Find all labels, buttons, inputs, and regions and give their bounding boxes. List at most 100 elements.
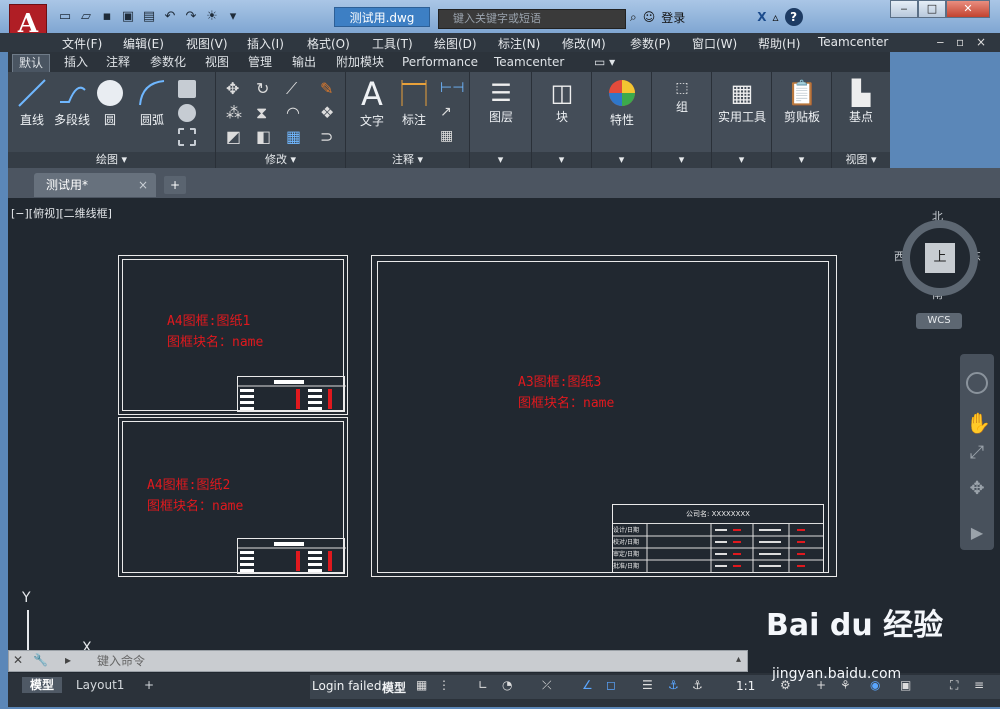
panel-properties[interactable]: 特性 ▾ xyxy=(592,72,652,168)
viewcube-top[interactable]: 上 xyxy=(925,243,955,273)
command-settings-icon[interactable]: 🔧 xyxy=(33,653,48,667)
group-expand[interactable]: ▾ xyxy=(652,152,711,168)
line-tool[interactable]: 直线 xyxy=(12,78,52,128)
tab-layout1[interactable]: Layout1 xyxy=(68,677,132,693)
block-tool[interactable]: ◫ 块 xyxy=(536,78,588,125)
tab-insert[interactable]: 插入 xyxy=(58,54,94,72)
wcs-menu[interactable]: WCS xyxy=(916,313,962,329)
a360-icon[interactable]: ▵ xyxy=(773,10,779,24)
tab-addins[interactable]: 附加模块 xyxy=(330,54,390,72)
panel-block[interactable]: ◫ 块 ▾ xyxy=(532,72,592,168)
panel-group[interactable]: ⬚ 组 ▾ xyxy=(652,72,712,168)
object-snap-tracking-icon[interactable]: ∠ xyxy=(582,678,600,696)
region-icon[interactable] xyxy=(178,128,196,146)
minimize-button[interactable]: ‒ xyxy=(890,0,918,18)
properties-expand[interactable]: ▾ xyxy=(592,152,651,168)
base-point-tool[interactable]: ▙ 基点 xyxy=(836,78,886,125)
auto-scale-icon[interactable]: ⚓ xyxy=(692,678,710,696)
close-button[interactable]: ✕ xyxy=(946,0,990,18)
undo-icon[interactable]: ↶ xyxy=(161,8,179,26)
menu-insert[interactable]: 插入(I) xyxy=(247,35,284,52)
command-close-icon[interactable]: ✕ xyxy=(13,653,23,667)
polyline-tool[interactable]: 多段线 xyxy=(52,78,92,128)
customize-icon[interactable]: ▾ xyxy=(224,8,242,26)
copy-icon[interactable]: ⁂ xyxy=(226,104,244,122)
offset-icon[interactable]: ⊃ xyxy=(320,128,338,146)
annotation-visibility-icon[interactable]: ⚓ xyxy=(668,678,686,696)
trim-icon[interactable]: ⟋ xyxy=(286,80,304,98)
polar-icon[interactable]: ◔ xyxy=(502,678,520,696)
object-snap-icon[interactable]: ◻ xyxy=(606,678,624,696)
search-input[interactable]: 键入关键字或短语 xyxy=(438,9,626,29)
command-history-icon[interactable]: ▴ xyxy=(736,654,741,665)
tab-view[interactable]: 视图 xyxy=(199,54,235,72)
utilities-tool[interactable]: ▦ 实用工具 xyxy=(714,78,770,125)
panel-view-title[interactable]: 视图 ▾ xyxy=(832,152,890,168)
rotate-icon[interactable]: ↻ xyxy=(256,80,274,98)
group-tool[interactable]: ⬚ 组 xyxy=(656,78,708,115)
layers-tool[interactable]: ☰ 图层 xyxy=(474,78,528,125)
model-space-button[interactable]: 模型 xyxy=(382,679,406,696)
layers-expand[interactable]: ▾ xyxy=(470,152,531,168)
open-icon[interactable]: ▱ xyxy=(77,8,95,26)
menu-dimension[interactable]: 标注(N) xyxy=(498,35,540,52)
properties-tool[interactable]: 特性 xyxy=(596,78,648,128)
print-icon[interactable]: ▤ xyxy=(140,8,158,26)
annotation-scale[interactable]: 1:1 xyxy=(736,679,755,693)
menu-format[interactable]: 格式(O) xyxy=(307,35,350,52)
array-icon[interactable]: ▦ xyxy=(286,128,304,146)
explode-icon[interactable]: ❖ xyxy=(320,104,338,122)
linear-dim-icon[interactable]: ⊢⊣ xyxy=(440,80,464,98)
save-icon[interactable]: ▪ xyxy=(98,8,116,26)
steering-wheel-icon[interactable] xyxy=(966,372,988,394)
exchange-icon[interactable]: X xyxy=(757,10,766,24)
menu-window[interactable]: 窗口(W) xyxy=(692,35,737,52)
panel-utilities[interactable]: ▦ 实用工具 ▾ xyxy=(712,72,772,168)
tab-default[interactable]: 默认 xyxy=(12,54,51,72)
ribbon-options-icon[interactable]: ▭ ▾ xyxy=(588,54,621,72)
rectangle-icon[interactable] xyxy=(178,80,196,98)
save-as-icon[interactable]: ▣ xyxy=(119,8,137,26)
panel-modify-title[interactable]: 修改 ▾ xyxy=(216,152,345,168)
panel-draw-title[interactable]: 绘图 ▾ xyxy=(8,152,215,168)
tab-teamcenter[interactable]: Teamcenter xyxy=(488,54,570,72)
leader-icon[interactable]: ↗ xyxy=(440,104,458,122)
menu-help[interactable]: 帮助(H) xyxy=(758,35,800,52)
move-icon[interactable]: ✥ xyxy=(226,80,244,98)
menu-file[interactable]: 文件(F) xyxy=(62,35,102,52)
command-input[interactable]: 键入命令 xyxy=(97,653,737,669)
command-recent-icon[interactable]: ▸ xyxy=(65,653,71,667)
viewport-controls[interactable]: [−][俯视][二维线框] xyxy=(11,205,112,221)
grid-icon[interactable]: ▦ xyxy=(416,678,434,696)
login-link[interactable]: 登录 xyxy=(661,9,685,26)
panel-layers[interactable]: ☰ 图层 ▾ xyxy=(470,72,532,168)
file-tab-close-icon[interactable]: × xyxy=(138,173,148,197)
tab-add-layout[interactable]: + xyxy=(136,677,162,693)
panel-clipboard[interactable]: 📋 剪贴板 ▾ xyxy=(772,72,832,168)
lineweight-icon[interactable]: ☰ xyxy=(642,678,660,696)
mirror-icon[interactable]: ⧗ xyxy=(256,104,274,122)
clean-screen-icon[interactable]: ▣ xyxy=(900,678,918,696)
erase-icon[interactable]: ✎ xyxy=(320,80,338,98)
menu-params[interactable]: 参数(P) xyxy=(630,35,671,52)
text-tool[interactable]: A 文字 xyxy=(352,76,392,129)
panel-annotation-title[interactable]: 注释 ▾ xyxy=(346,152,469,168)
clipboard-tool[interactable]: 📋 剪贴板 xyxy=(774,78,830,125)
user-icon[interactable]: ☺ xyxy=(643,10,656,24)
snap-icon[interactable]: ⋮ xyxy=(438,678,456,696)
tab-parametric[interactable]: 参数化 xyxy=(144,54,192,72)
fillet-icon[interactable]: ◠ xyxy=(286,104,304,122)
table-icon[interactable]: ▦ xyxy=(440,128,458,146)
menu-modify[interactable]: 修改(M) xyxy=(562,35,606,52)
menu-edit[interactable]: 编辑(E) xyxy=(123,35,164,52)
zoom-extents-icon[interactable]: ⤢ xyxy=(966,442,988,464)
block-expand[interactable]: ▾ xyxy=(532,152,591,168)
menu-view[interactable]: 视图(V) xyxy=(186,35,228,52)
fullscreen-icon[interactable]: ⛶ xyxy=(950,678,968,696)
tab-output[interactable]: 输出 xyxy=(286,54,322,72)
new-tab-button[interactable]: + xyxy=(164,176,186,194)
viewcube-ring[interactable]: 上 xyxy=(902,220,978,296)
pan-icon[interactable]: ✋ xyxy=(966,412,991,434)
customize-menu-icon[interactable]: ≡ xyxy=(974,678,992,696)
circle-tool[interactable]: 圆 xyxy=(92,78,128,128)
